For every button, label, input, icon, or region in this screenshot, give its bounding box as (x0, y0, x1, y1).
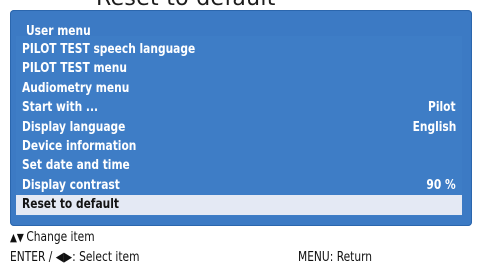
change-item-hint: ▲▼ Change item (10, 230, 95, 245)
menu-item-label: Display language (22, 119, 126, 135)
menu-item-label: Device information (22, 139, 137, 154)
return-hint: MENU: Return (298, 250, 373, 265)
menu-item[interactable]: PILOT TEST speech language (16, 40, 462, 60)
help-footer: ▲▼ Change item ENTER / ◀▶: Select item ME… (0, 226, 480, 266)
menu-item[interactable]: Set date and time (16, 156, 462, 176)
menu-item-value: English (412, 119, 456, 135)
select-item-hint: ENTER / ◀▶: Select item (10, 250, 140, 265)
menu-item[interactable]: Display language English (16, 118, 462, 138)
menu-item[interactable]: Device information (16, 137, 462, 157)
menu-item-label: Set date and time (22, 158, 130, 174)
menu-item-label: PILOT TEST speech language (22, 42, 196, 57)
menu-item-label: Audiometry menu (22, 80, 130, 96)
menu-item[interactable]: Audiometry menu (16, 79, 462, 99)
menu-item-label: Reset to default (22, 197, 119, 213)
menu-item-label: Display contrast (22, 177, 120, 193)
menu-item-label: Start with ... (22, 100, 99, 116)
menu-list: PILOT TEST speech language PILOT TEST men… (16, 36, 462, 216)
menu-item[interactable]: Display contrast 90 % (16, 176, 462, 196)
top-caption-strip: Reset to default (0, 0, 480, 11)
menu-item-label: PILOT TEST menu (22, 61, 127, 77)
menu-item[interactable]: Start with ... Pilot (16, 98, 462, 118)
change-item-label: Change item (26, 230, 95, 245)
menu-item-value: 90 % (426, 177, 456, 193)
menu-item[interactable]: PILOT TEST menu (16, 59, 462, 79)
menu-item-value: Pilot (428, 100, 456, 116)
menu-item[interactable]: Reset to default (16, 195, 462, 216)
up-down-arrows-icon: ▲▼ (10, 231, 24, 244)
